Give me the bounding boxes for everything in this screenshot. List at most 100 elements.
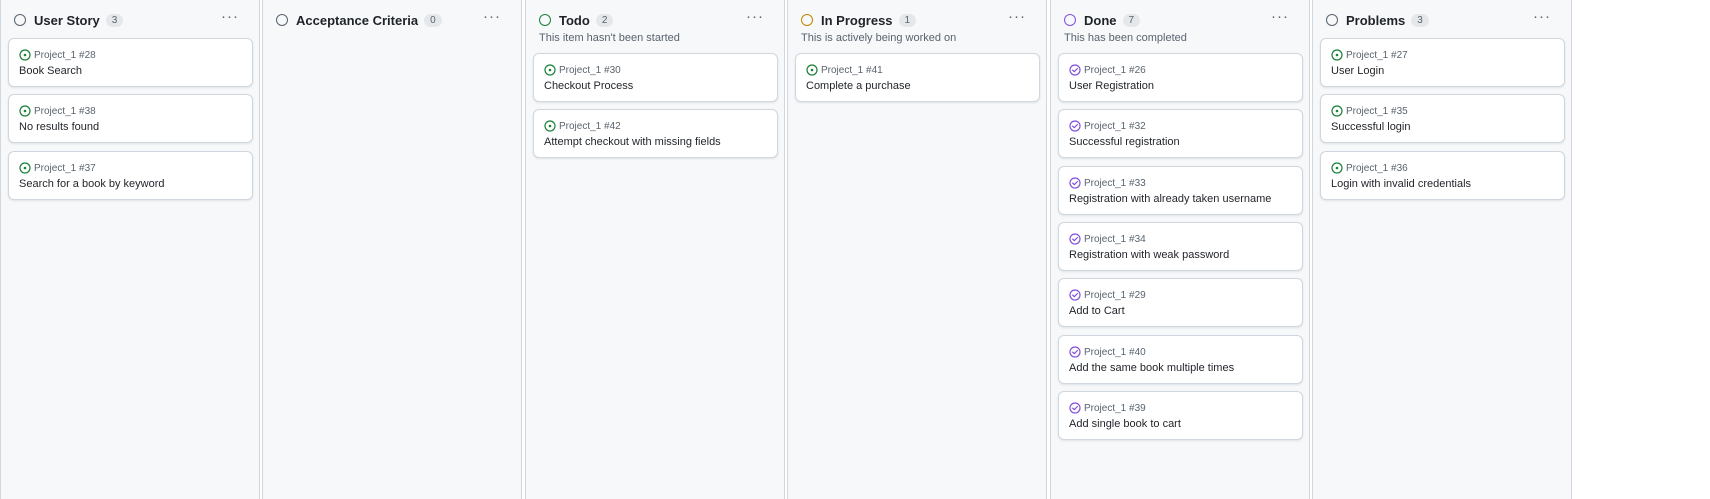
issue-closed-icon — [1069, 177, 1081, 189]
issue-card[interactable]: Project_1 #35 Successful login — [1320, 94, 1565, 143]
status-circle-icon — [276, 14, 288, 26]
issue-card[interactable]: Project_1 #27 User Login — [1320, 38, 1565, 87]
issue-reference[interactable]: Project_1 #26 — [1069, 63, 1146, 77]
column-menu-icon[interactable]: ··· — [746, 8, 764, 25]
column-header: User Story 3 ··· — [14, 8, 249, 30]
issue-title[interactable]: Registration with already taken username — [1069, 193, 1271, 205]
issue-title[interactable]: Add the same book multiple times — [1069, 362, 1234, 374]
column-header: Acceptance Criteria 0 ··· — [276, 8, 511, 30]
issue-reference[interactable]: Project_1 #28 — [19, 48, 96, 62]
issue-reference[interactable]: Project_1 #38 — [19, 104, 96, 118]
column-menu-icon[interactable]: ··· — [1271, 8, 1289, 25]
issue-card[interactable]: Project_1 #38 No results found — [8, 94, 253, 143]
issue-closed-icon — [1069, 64, 1081, 76]
issue-reference-text: Project_1 #27 — [1346, 49, 1408, 61]
issue-title[interactable]: Successful login — [1331, 121, 1411, 133]
issue-reference[interactable]: Project_1 #34 — [1069, 232, 1146, 246]
issue-reference-text: Project_1 #36 — [1346, 162, 1408, 174]
issue-card[interactable]: Project_1 #29 Add to Cart — [1058, 278, 1303, 327]
issue-title[interactable]: Attempt checkout with missing fields — [544, 136, 721, 148]
column-title: In Progress — [821, 12, 893, 28]
issue-title[interactable]: Search for a book by keyword — [19, 178, 165, 190]
issue-opened-icon — [19, 49, 31, 61]
column-menu-icon[interactable]: ··· — [1533, 8, 1551, 25]
issue-title[interactable]: User Login — [1331, 65, 1384, 77]
issue-title[interactable]: No results found — [19, 121, 99, 133]
issue-closed-icon — [1069, 402, 1081, 414]
issue-title[interactable]: User Registration — [1069, 80, 1154, 92]
issue-reference[interactable]: Project_1 #42 — [544, 119, 621, 133]
column-in-progress: In Progress 1 ··· This is actively being wo… — [787, 0, 1047, 499]
issue-reference-text: Project_1 #42 — [559, 120, 621, 132]
issue-title[interactable]: Complete a purchase — [806, 80, 911, 92]
issue-title[interactable]: Successful registration — [1069, 136, 1180, 148]
status-circle-icon — [801, 14, 813, 26]
issue-card[interactable]: Project_1 #34 Registration with weak pass… — [1058, 222, 1303, 271]
issue-card[interactable]: Project_1 #26 User Registration — [1058, 53, 1303, 102]
issue-opened-icon — [1331, 105, 1343, 117]
column-menu-icon[interactable]: ··· — [221, 8, 239, 25]
issue-title[interactable]: Login with invalid credentials — [1331, 178, 1471, 190]
issue-card[interactable]: Project_1 #28 Book Search — [8, 38, 253, 87]
issue-reference[interactable]: Project_1 #30 — [544, 63, 621, 77]
issue-reference[interactable]: Project_1 #37 — [19, 161, 96, 175]
issue-card[interactable]: Project_1 #37 Search for a book by keywor… — [8, 151, 253, 200]
column-title: User Story — [34, 12, 100, 28]
column-menu-icon[interactable]: ··· — [483, 8, 501, 25]
issue-reference-text: Project_1 #30 — [559, 64, 621, 76]
issue-reference-text: Project_1 #40 — [1084, 346, 1146, 358]
issue-card[interactable]: Project_1 #42 Attempt checkout with missi… — [533, 109, 778, 158]
issue-opened-icon — [19, 105, 31, 117]
issue-reference-text: Project_1 #39 — [1084, 402, 1146, 414]
column-title: Todo — [559, 12, 590, 28]
issue-reference[interactable]: Project_1 #36 — [1331, 161, 1408, 175]
column-title: Done — [1084, 12, 1117, 28]
issue-card[interactable]: Project_1 #32 Successful registration — [1058, 109, 1303, 158]
issue-card[interactable]: Project_1 #39 Add single book to cart — [1058, 391, 1303, 440]
issue-opened-icon — [19, 162, 31, 174]
issue-reference[interactable]: Project_1 #39 — [1069, 401, 1146, 415]
issue-card[interactable]: Project_1 #36 Login with invalid credenti… — [1320, 151, 1565, 200]
item-count-badge: 3 — [105, 13, 124, 27]
column-acceptance-criteria: Acceptance Criteria 0 ··· — [262, 0, 522, 499]
issue-opened-icon — [1331, 49, 1343, 61]
status-circle-icon — [539, 14, 551, 26]
column-menu-icon[interactable]: ··· — [1008, 8, 1026, 25]
column-header: Todo 2 ··· — [539, 8, 774, 30]
issue-title[interactable]: Add single book to cart — [1069, 418, 1181, 430]
issue-reference[interactable]: Project_1 #35 — [1331, 104, 1408, 118]
issue-reference[interactable]: Project_1 #32 — [1069, 119, 1146, 133]
issue-reference-text: Project_1 #38 — [34, 105, 96, 117]
item-count-badge: 3 — [1411, 13, 1429, 27]
issue-closed-icon — [1069, 233, 1081, 245]
column-user-story: User Story 3 ··· Project_1 #28 Book Search Pr… — [0, 0, 260, 499]
issue-reference-text: Project_1 #34 — [1084, 233, 1146, 245]
issue-card[interactable]: Project_1 #40 Add the same book multiple … — [1058, 335, 1303, 384]
column-description: This has been completed — [1064, 32, 1187, 44]
column-todo: Todo 2 ··· This item hasn't been started Pro… — [525, 0, 785, 499]
issue-card[interactable]: Project_1 #30 Checkout Process — [533, 53, 778, 102]
issue-opened-icon — [544, 120, 556, 132]
issue-reference[interactable]: Project_1 #33 — [1069, 176, 1146, 190]
issue-closed-icon — [1069, 120, 1081, 132]
item-count-badge: 7 — [1122, 13, 1141, 27]
issue-closed-icon — [1069, 346, 1081, 358]
issue-title[interactable]: Registration with weak password — [1069, 249, 1229, 261]
issue-opened-icon — [544, 64, 556, 76]
issue-opened-icon — [806, 64, 818, 76]
issue-title[interactable]: Book Search — [19, 65, 82, 77]
issue-reference[interactable]: Project_1 #40 — [1069, 345, 1146, 359]
issue-reference-text: Project_1 #37 — [34, 162, 96, 174]
issue-reference[interactable]: Project_1 #29 — [1069, 288, 1146, 302]
issue-card[interactable]: Project_1 #33 Registration with already t… — [1058, 166, 1303, 215]
issue-title[interactable]: Add to Cart — [1069, 305, 1125, 317]
issue-title[interactable]: Checkout Process — [544, 80, 633, 92]
item-count-badge: 1 — [898, 13, 917, 27]
item-count-badge: 2 — [595, 13, 614, 27]
project-board: User Story 3 ··· Project_1 #28 Book Search Pr… — [0, 0, 1710, 499]
issue-reference[interactable]: Project_1 #27 — [1331, 48, 1408, 62]
issue-reference-text: Project_1 #29 — [1084, 289, 1146, 301]
column-description: This is actively being worked on — [801, 32, 957, 44]
issue-card[interactable]: Project_1 #41 Complete a purchase — [795, 53, 1040, 102]
issue-reference[interactable]: Project_1 #41 — [806, 63, 883, 77]
